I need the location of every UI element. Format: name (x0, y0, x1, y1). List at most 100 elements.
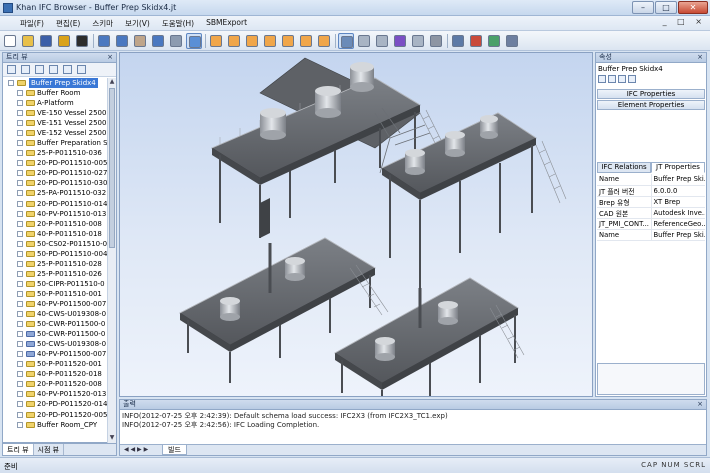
expand-icon[interactable] (17, 100, 23, 107)
tree-add-icon[interactable] (49, 65, 58, 74)
tree-check-icon[interactable] (77, 65, 86, 74)
tree-item[interactable]: 40-CWS-U019308-0 (3, 309, 107, 319)
expand-icon[interactable] (17, 180, 23, 187)
tree-item[interactable]: 25-P-P011510-028 (3, 259, 107, 269)
expand-icon[interactable] (17, 110, 23, 117)
tree-item[interactable]: VE-152 Vessel 2500l (3, 128, 107, 138)
menu-help[interactable]: 도움말(H) (156, 16, 200, 30)
settings-button[interactable] (56, 33, 72, 49)
scroll-up-icon[interactable]: ▲ (108, 78, 116, 87)
expand-icon[interactable] (17, 220, 23, 227)
expand-icon[interactable] (17, 381, 23, 388)
measure-button[interactable] (468, 33, 484, 49)
mdi-controls[interactable]: _ □ × (663, 17, 706, 26)
tree-item[interactable]: 50-CWS-U019308-0 (3, 339, 107, 349)
color-cube-button[interactable] (392, 33, 408, 49)
cube-view-iso-button[interactable] (208, 33, 224, 49)
menu-edit[interactable]: 편집(E) (50, 16, 86, 30)
tree-item[interactable]: 40-P-P011510-018 (3, 229, 107, 239)
expand-icon[interactable] (17, 411, 23, 418)
cube-view-back-button[interactable] (244, 33, 260, 49)
wireframe-mode-button[interactable] (356, 33, 372, 49)
tree-item[interactable]: 40-P-P011520-018 (3, 369, 107, 379)
markup-button[interactable] (504, 33, 520, 49)
tree-item[interactable]: 20-PD-P011520-014 (3, 399, 107, 409)
tree-item[interactable]: 40-PV-P011520-013 (3, 389, 107, 399)
zoom-in-button[interactable] (96, 33, 112, 49)
lightning-icon[interactable] (628, 75, 636, 83)
expand-icon[interactable] (17, 361, 23, 368)
collapse-icon[interactable] (8, 80, 14, 86)
open-folder-button[interactable] (20, 33, 36, 49)
tree-scrollbar[interactable]: ▲ ▼ (107, 78, 116, 443)
tab-jt-properties[interactable]: JT Properties (651, 162, 705, 173)
expand-icon[interactable] (17, 90, 23, 96)
expand-icon[interactable] (17, 250, 23, 257)
tree-item[interactable]: A-Platform (3, 98, 107, 108)
expand-icon[interactable] (17, 140, 23, 147)
tree-item[interactable]: 20-P-P011510-008 (3, 219, 107, 229)
expand-icon[interactable] (17, 160, 23, 167)
expand-icon[interactable] (17, 150, 23, 157)
expand-icon[interactable] (17, 260, 23, 267)
camera-button[interactable] (486, 33, 502, 49)
expand-icon[interactable] (17, 311, 23, 318)
expand-icon[interactable] (17, 341, 23, 348)
expand-icon[interactable] (17, 321, 23, 328)
property-row[interactable]: Name Buffer Prep Ski... (597, 174, 705, 186)
expand-icon[interactable] (17, 300, 23, 307)
expand-icon[interactable] (17, 280, 23, 287)
hidden-line-button[interactable] (374, 33, 390, 49)
property-row[interactable]: Name Buffer Prep Ski... (597, 229, 705, 241)
tree-item[interactable]: 50-CS02-P011510-0 (3, 239, 107, 249)
tree-item[interactable]: 20-PD-P011510-027 (3, 168, 107, 178)
expand-icon[interactable] (17, 421, 23, 428)
tree-item[interactable]: 25-P-P011510-026 (3, 269, 107, 279)
expand-icon[interactable] (17, 190, 23, 197)
envelope-button[interactable] (168, 33, 184, 49)
expand-icon[interactable] (17, 331, 23, 338)
expand-icon[interactable] (17, 120, 23, 127)
minimize-button[interactable]: – (632, 1, 654, 14)
tree-filter-icon[interactable] (35, 65, 44, 74)
help-button[interactable] (74, 33, 90, 49)
tree-item[interactable]: 40-PV-P011510-013 (3, 209, 107, 219)
tab-tree-view[interactable]: 트리 뷰 (3, 444, 34, 455)
tree-panel-close-icon[interactable]: × (107, 53, 113, 62)
tree-item[interactable]: 25-PA-P011510-032 (3, 188, 107, 198)
tree-item[interactable]: 50-CIPR-P011510-0 (3, 279, 107, 289)
tree-item[interactable]: 40-PV-P011500-007 (3, 349, 107, 359)
output-close-icon[interactable]: × (697, 400, 703, 409)
tree-view-icon[interactable] (7, 65, 16, 74)
expand-icon[interactable] (17, 230, 23, 237)
select-button[interactable] (186, 33, 202, 49)
expand-icon[interactable] (17, 200, 23, 207)
categorized-icon[interactable] (598, 75, 606, 83)
tree-item[interactable]: 20-PD-P011510-005 (3, 158, 107, 168)
pan-hand-button[interactable] (132, 33, 148, 49)
expand-icon[interactable] (17, 391, 23, 398)
maximize-button[interactable]: □ (655, 1, 677, 14)
tree-item[interactable]: 25-P-P011510-036 (3, 148, 107, 158)
property-pages-icon[interactable] (618, 75, 626, 83)
expand-icon[interactable] (17, 401, 23, 408)
save-button[interactable] (38, 33, 54, 49)
cube-view-bottom-button[interactable] (316, 33, 332, 49)
tree-item[interactable]: 20-PD-P011510-014 (3, 199, 107, 209)
property-row[interactable]: CAD 원본 Autodesk Inve... (597, 207, 705, 219)
tree-item[interactable]: Buffer Preparation Sk (3, 138, 107, 148)
section-button[interactable] (450, 33, 466, 49)
expand-icon[interactable] (17, 371, 23, 378)
property-row[interactable]: Brep 유형 XT Brep (597, 196, 705, 208)
scroll-down-icon[interactable]: ▼ (108, 434, 116, 443)
property-row[interactable]: JT 플러 버전 6.0.0.0 (597, 185, 705, 197)
transparent-cube-button[interactable] (410, 33, 426, 49)
tree-root-item[interactable]: Buffer Prep Skidx4 (3, 78, 107, 88)
menu-file[interactable]: 파일(F) (14, 16, 50, 30)
tree-item[interactable]: VE-151 Vessel 2500l (3, 118, 107, 128)
new-file-button[interactable] (2, 33, 18, 49)
cube-view-left-button[interactable] (262, 33, 278, 49)
properties-close-icon[interactable]: × (697, 53, 703, 62)
tab-nav-arrows[interactable]: ◀ ◀ ▶ ▶ (124, 446, 148, 453)
tree-item[interactable]: VE-150 Vessel 2500l (3, 108, 107, 118)
